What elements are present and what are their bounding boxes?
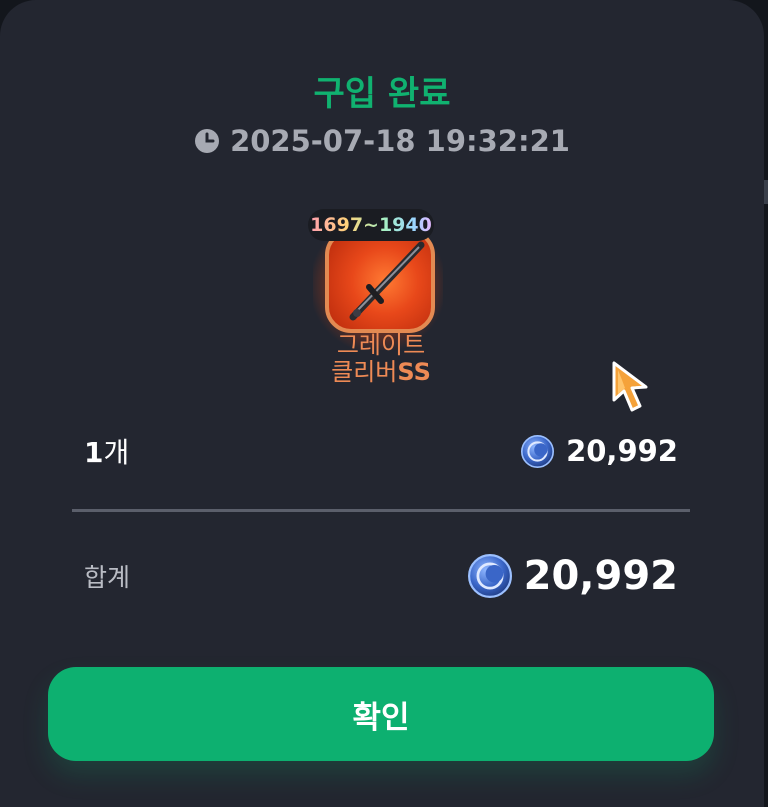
total-row: 합계 20,992: [84, 548, 678, 604]
quantity-number: 1: [84, 436, 104, 469]
stat-range-badge: 1697~1940: [308, 209, 434, 241]
pointer-cursor-icon: [612, 361, 648, 412]
purchase-timestamp: 2025-07-18 19:32:21: [0, 124, 764, 158]
purchase-complete-dialog: 구입 완료 2025-07-18 19:32:21 1697~1940 그레이트…: [0, 0, 764, 807]
quantity-unit: 개: [103, 436, 130, 469]
confirm-button[interactable]: 확인: [48, 667, 714, 761]
coin-icon: [521, 434, 555, 468]
item-name-line2: 클리버: [331, 358, 398, 386]
item-name: 그레이트 클리버SS: [303, 332, 459, 386]
unit-price-value: 20,992: [566, 434, 678, 468]
item-grade: SS: [397, 358, 431, 386]
coin-icon: [467, 554, 512, 598]
total-label: 합계: [84, 563, 131, 592]
stat-range-text: 1697~1940: [310, 214, 432, 236]
item-name-line1: 그레이트: [336, 331, 426, 359]
total-price-value: 20,992: [523, 553, 678, 599]
dialog-title: 구입 완료: [313, 74, 451, 114]
divider: [72, 509, 690, 512]
quantity-row: 1개 20,992: [84, 428, 678, 474]
total-price: 20,992: [467, 553, 678, 599]
sword-icon: [349, 241, 425, 321]
unit-price: 20,992: [521, 434, 678, 468]
purchased-item: 1697~1940 그레이트 클리버SS: [303, 205, 463, 395]
timestamp-text: 2025-07-18 19:32:21: [230, 124, 570, 158]
clock-icon: [195, 129, 220, 153]
quantity: 1개: [84, 431, 129, 471]
